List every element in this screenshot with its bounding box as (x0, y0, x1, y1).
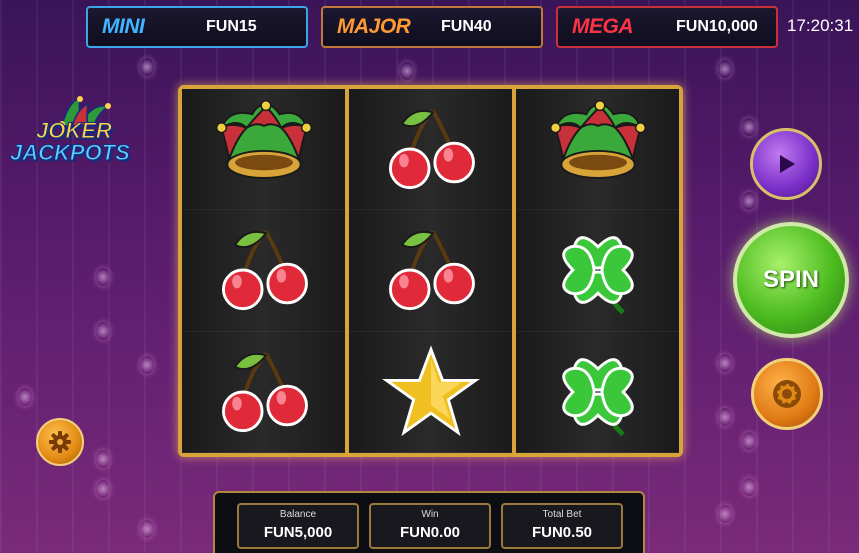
bokeh-dot (718, 354, 732, 372)
bokeh-dot (140, 520, 154, 538)
bokeh-dot (718, 505, 732, 523)
clover-symbol-icon (561, 236, 634, 315)
reel-2-row-3 (349, 332, 512, 453)
reel-1-row-1 (182, 89, 345, 211)
spin-button[interactable]: SPIN (733, 222, 849, 338)
bokeh-dot (742, 478, 756, 496)
bokeh-dot (400, 62, 414, 80)
cherries-symbol-icon (221, 351, 308, 432)
cherries-symbol-icon (388, 109, 475, 190)
clock: 17:20:31 (787, 16, 854, 35)
jester-hat-symbol-icon (215, 100, 312, 180)
reel-2 (349, 89, 516, 453)
clover-symbol-icon (561, 358, 634, 437)
bokeh-dot (18, 388, 32, 406)
bokeh-dot (718, 60, 732, 78)
logo-line2: JACKPOTS (10, 140, 131, 166)
bokeh-dot (140, 58, 154, 76)
bokeh-dot (96, 480, 110, 498)
reels-frame (178, 85, 683, 457)
bokeh-dot (742, 432, 756, 450)
jackpot-mega-value: FUN10,000 (676, 18, 758, 35)
reel-3-row-3 (516, 332, 679, 453)
reel-1-row-3 (182, 332, 345, 453)
jester-hat-symbol-icon (549, 100, 646, 180)
bokeh-dot (96, 268, 110, 286)
jackpot-major-name: MAJOR (337, 15, 411, 38)
jackpot-mega: MEGA FUN10,000 (556, 6, 778, 48)
coin-icon (773, 380, 801, 408)
jackpot-mini-name: MINI (102, 15, 145, 38)
spin-label: SPIN (762, 266, 819, 293)
bokeh-dot (96, 322, 110, 340)
win-value: FUN0.00 (399, 524, 461, 541)
total-bet-value: FUN0.50 (531, 524, 593, 541)
reel-3 (516, 89, 679, 453)
play-icon (780, 155, 795, 173)
bokeh-dot (718, 408, 732, 426)
settings-button[interactable] (36, 418, 84, 466)
reel-1-row-2 (182, 210, 345, 332)
jackpot-major-value: FUN40 (441, 18, 492, 35)
autoplay-button[interactable] (750, 128, 822, 200)
total-bet-label: Total Bet (542, 509, 582, 520)
game-logo: JOKER JACKPOTS (8, 96, 136, 178)
reel-2-row-1 (349, 89, 512, 211)
gear-icon (49, 431, 71, 453)
jackpot-mini: MINI FUN15 (86, 6, 308, 48)
bokeh-dot (96, 450, 110, 468)
bokeh-dot (742, 118, 756, 136)
balance-box: Balance FUN5,000 (237, 503, 359, 549)
cherries-symbol-icon (388, 230, 475, 311)
bet-settings-button[interactable] (751, 358, 823, 430)
jackpot-mini-value: FUN15 (206, 18, 257, 35)
jackpot-major: MAJOR FUN40 (321, 6, 543, 48)
reel-3-row-2 (516, 210, 679, 332)
bokeh-dot (742, 192, 756, 210)
jackpot-mega-name: MEGA (572, 15, 634, 38)
reel-2-row-2 (349, 210, 512, 332)
total-bet-box[interactable]: Total Bet FUN0.50 (501, 503, 623, 549)
win-box: Win FUN0.00 (369, 503, 491, 549)
win-label: Win (421, 509, 439, 520)
info-panel: Balance FUN5,000 Win FUN0.00 Total Bet F… (213, 491, 645, 553)
star-symbol-icon (381, 345, 480, 436)
bokeh-dot (140, 356, 154, 374)
reel-1 (182, 89, 349, 453)
balance-label: Balance (279, 509, 317, 520)
balance-value: FUN5,000 (263, 524, 333, 541)
reel-3-row-1 (516, 89, 679, 211)
cherries-symbol-icon (221, 230, 308, 311)
